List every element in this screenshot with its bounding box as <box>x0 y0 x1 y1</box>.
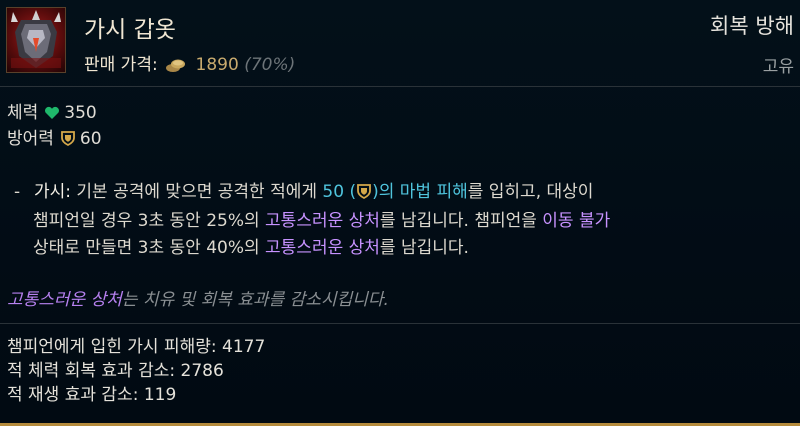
heart-icon <box>44 103 60 127</box>
passive-description: - 가시: 기본 공격에 맞으면 공격한 적에게 50 ()의 마법 피해를 입히… <box>14 179 784 262</box>
counter-thorns-damage: 챔피언에게 입힌 가시 피해량: 4177 <box>7 337 266 357</box>
divider <box>0 323 800 324</box>
counter-healing-reduced: 적 체력 회복 효과 감소: 2786 <box>7 361 224 381</box>
passive-text: 챔피언일 경우 3초 동안 25%의 <box>33 211 266 231</box>
keyword-immobilize[interactable]: 이동 불가 <box>542 211 610 231</box>
passive-text: 상태로 만들면 3초 동안 40%의 <box>33 238 266 258</box>
damage-type: 의 마법 피해 <box>378 182 468 202</box>
stat-value: 60 <box>79 129 102 149</box>
item-tooltip: 가시 갑옷 판매 가격: 1890 (70%) 회복 방해 고유 체력 350 방… <box>0 0 800 426</box>
passive-line-3: 상태로 만들면 3초 동안 40%의 고통스러운 상처를 남깁니다. <box>14 235 784 262</box>
damage-value-close: ) <box>372 182 379 202</box>
gold-coins-icon <box>165 57 187 78</box>
sell-price-row: 판매 가격: 1890 (70%) <box>84 50 295 78</box>
passive-line-2: 챔피언일 경우 3초 동안 25%의 고통스러운 상처를 남깁니다. 챔피언을 … <box>14 208 784 235</box>
tooltip-header: 가시 갑옷 판매 가격: 1890 (70%) 회복 방해 고유 <box>0 0 800 87</box>
stat-value: 350 <box>64 103 97 123</box>
passive-text: 를 남깁니다. <box>379 238 469 258</box>
stat-health: 체력 350 <box>7 101 102 127</box>
bullet: - <box>14 182 21 202</box>
passive-text: 를 남깁니다. 챔피언을 <box>379 211 543 231</box>
item-stats: 체력 350 방어력 60 <box>7 101 102 153</box>
stat-label: 체력 <box>7 103 39 123</box>
damage-value: 50 ( <box>322 182 357 202</box>
counter-regen-reduced: 적 재생 효과 감소: 119 <box>7 385 177 405</box>
stat-label: 방어력 <box>7 129 54 149</box>
passive-text: 기본 공격에 맞으면 공격한 적에게 <box>71 182 323 202</box>
sell-price-percent: (70%) <box>244 55 296 75</box>
keyword-grievous-wounds[interactable]: 고통스러운 상처 <box>265 211 380 231</box>
keyword-grievous-wounds: 고통스러운 상처 <box>7 290 122 310</box>
passive-name: 가시 <box>34 182 66 202</box>
thornmail-armor-icon <box>6 7 66 73</box>
item-name: 가시 갑옷 <box>84 17 176 43</box>
item-rarity: 고유 <box>762 57 794 77</box>
armor-shield-icon <box>356 181 372 208</box>
sell-price-label: 판매 가격: <box>84 55 158 75</box>
item-counters: 챔피언에게 입힌 가시 피해량: 4177 적 체력 회복 효과 감소: 278… <box>7 335 265 407</box>
passive-line-1: - 가시: 기본 공격에 맞으면 공격한 적에게 50 ()의 마법 피해를 입히… <box>14 179 784 208</box>
keyword-explanation: 고통스러운 상처는 치유 및 회복 효과를 감소시킵니다. <box>7 285 389 310</box>
keyword-explanation-text: 는 치유 및 회복 효과를 감소시킵니다. <box>121 290 389 310</box>
armor-shield-icon <box>60 129 76 153</box>
item-category: 회복 방해 <box>710 14 794 38</box>
sell-price-value: 1890 <box>195 55 239 75</box>
keyword-grievous-wounds[interactable]: 고통스러운 상처 <box>265 238 380 258</box>
stat-armor: 방어력 60 <box>7 127 102 153</box>
passive-text: 를 입히고, 대상이 <box>467 182 594 202</box>
